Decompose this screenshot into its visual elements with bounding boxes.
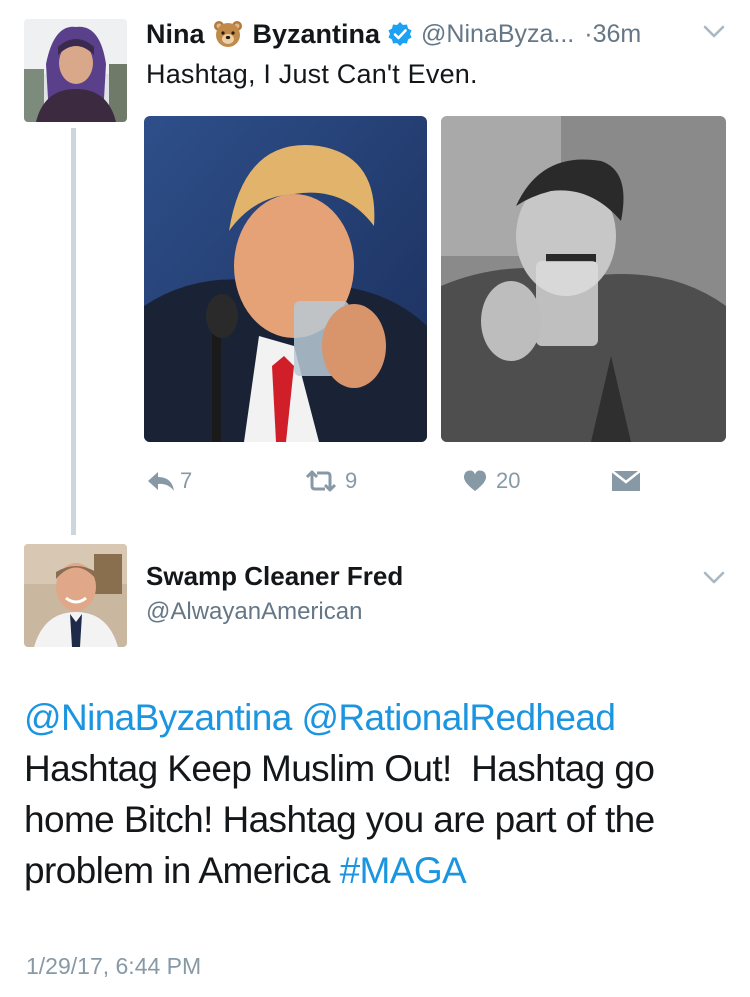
like-button[interactable]: 20 xyxy=(462,468,520,494)
tweet1-header: Nina Byzantina @NinaByza... ·36m xyxy=(146,14,736,54)
direct-message-button[interactable] xyxy=(611,470,641,497)
tweet1-name-last[interactable]: Byzantina xyxy=(253,19,381,50)
envelope-icon xyxy=(611,470,641,492)
mention-link-nina[interactable]: @NinaByzantina xyxy=(24,697,292,738)
avatar-nina[interactable] xyxy=(24,19,127,122)
reply-count: 7 xyxy=(180,468,193,493)
avatar-fred[interactable] xyxy=(24,544,127,647)
tweet1-handle[interactable]: @NinaByza... xyxy=(421,20,574,49)
tweet2-mentions-line: @NinaByzantina @RationalRedhead xyxy=(24,692,739,743)
tweet2-handle[interactable]: @AlwayanAmerican xyxy=(146,598,362,626)
tweet1-actions: 7 9 20 xyxy=(146,468,666,498)
mention-link-rationalredhead[interactable]: @RationalRedhead xyxy=(301,697,616,738)
like-count: 20 xyxy=(496,468,521,493)
tweet2-body: @NinaByzantina @RationalRedhead Hashtag … xyxy=(24,692,739,896)
tweet1-photo-left[interactable] xyxy=(144,116,427,442)
tweet2-text-line-3: problem in America xyxy=(24,850,340,891)
thread-connector-line xyxy=(71,128,76,535)
hashtag-link-maga[interactable]: #MAGA xyxy=(340,850,467,891)
tweet1-photo-right[interactable] xyxy=(441,116,726,442)
reply-icon xyxy=(146,469,176,493)
tweet2-text-line-2: home Bitch! Hashtag you are part of the xyxy=(24,799,655,840)
tweet1-text: Hashtag, I Just Can't Even. xyxy=(146,59,478,89)
retweet-button[interactable]: 9 xyxy=(303,468,357,494)
reply-button[interactable]: 7 xyxy=(146,468,192,494)
retweet-count: 9 xyxy=(345,468,358,493)
verified-badge-icon xyxy=(387,21,413,47)
tweet2-text-line-3-wrap: problem in America #MAGA xyxy=(24,845,739,896)
bear-face-icon xyxy=(213,19,243,49)
tweet2-timestamp[interactable]: 1/29/17, 6:44 PM xyxy=(26,953,201,980)
tweet2-name[interactable]: Swamp Cleaner Fred xyxy=(146,561,403,592)
tweet2-text-line-1: Hashtag Keep Muslim Out! Hashtag go xyxy=(24,748,655,789)
heart-icon xyxy=(462,469,488,493)
retweet-icon xyxy=(303,469,339,493)
tweet1-time[interactable]: ·36m xyxy=(584,20,641,49)
tweet1-name-first[interactable]: Nina xyxy=(146,19,205,50)
tweet2-chevron-down-icon[interactable] xyxy=(703,570,725,586)
tweet1-chevron-down-icon[interactable] xyxy=(703,24,725,40)
